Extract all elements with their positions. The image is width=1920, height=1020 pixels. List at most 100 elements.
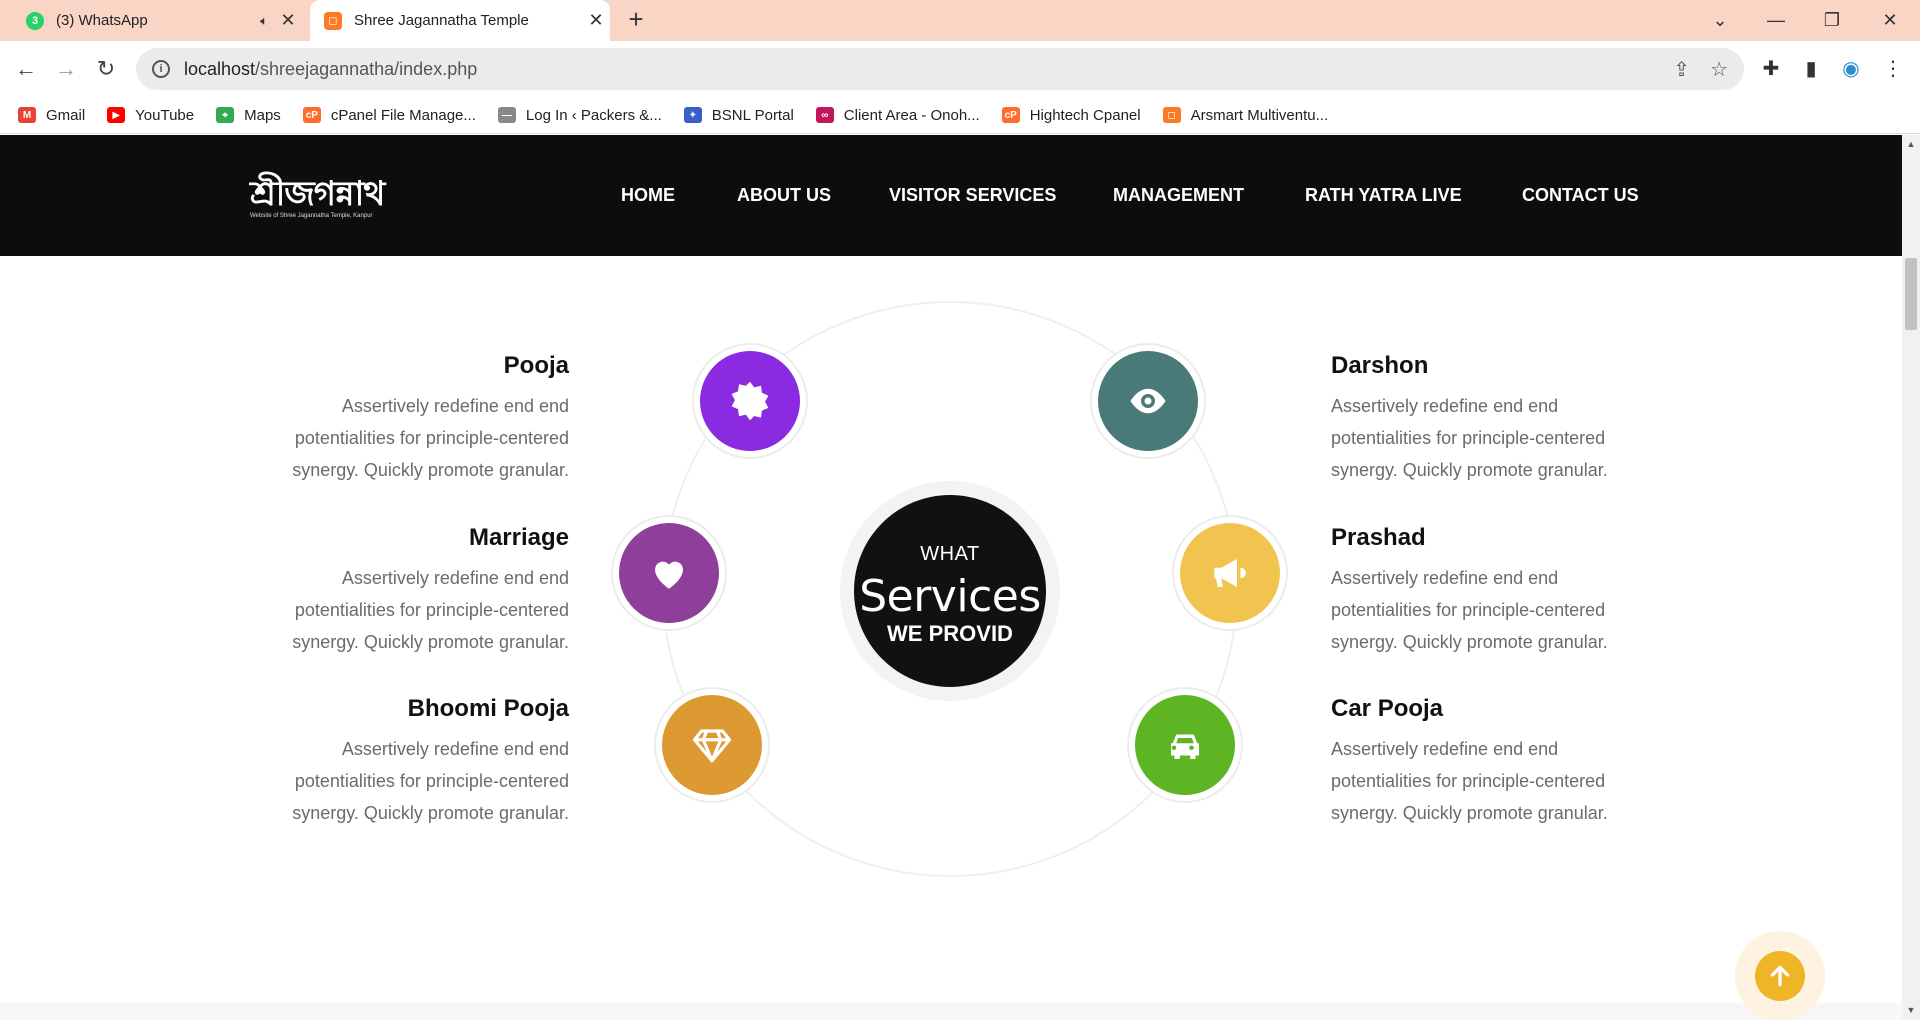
new-tab-button[interactable]: +	[622, 4, 650, 35]
center-line-services: Services	[859, 571, 1041, 622]
bookmark-item[interactable]: ∞ Client Area - Onoh...	[815, 106, 980, 124]
restore-button[interactable]: ❐	[1804, 0, 1860, 41]
service-description: Assertively redefine end end potentialit…	[1331, 739, 1608, 823]
service-description: Assertively redefine end end potentialit…	[292, 568, 569, 652]
service-title: Bhoomi Pooja	[407, 695, 569, 722]
back-arrow-icon[interactable]: ←	[10, 53, 42, 85]
bookmark-item[interactable]: ✦ BSNL Portal	[683, 106, 794, 124]
bookmark-label: cPanel File Manage...	[330, 106, 476, 124]
bookmark-label: BSNL Portal	[711, 106, 794, 124]
service-bhoomi-pooja: Bhoomi Pooja Assertively redefine end en…	[269, 695, 569, 829]
bookmark-label: Maps	[244, 106, 281, 124]
cpanel-icon: cP	[1001, 107, 1020, 123]
scrollbar-thumb[interactable]	[1905, 258, 1917, 330]
bookmark-label: Gmail	[46, 106, 86, 124]
browser-tab-bar: 3 (3) WhatsApp 🔈︎ ✕ ◻ Shree Jagannatha T…	[0, 0, 1920, 41]
bookmark-star-icon[interactable]: ☆	[1710, 57, 1728, 82]
bsnl-icon: ✦	[683, 107, 702, 123]
address-bar[interactable]: i localhost/shreejagannatha/index.php ⇪ …	[136, 48, 1744, 90]
site-logo[interactable]: শ্রীজগন্নাথ Website of Shree Jagannatha …	[250, 174, 385, 219]
speaker-muted-icon[interactable]: 🔈︎	[260, 13, 268, 29]
forward-arrow-icon[interactable]: →	[50, 53, 82, 85]
service-pooja: Pooja Assertively redefine end end poten…	[269, 352, 569, 486]
menu-kebab-icon[interactable]: ⋮	[1880, 56, 1906, 81]
browser-toolbar: ← → ↻ i localhost/shreejagannatha/index.…	[0, 41, 1920, 97]
arrow-up-icon	[1755, 951, 1805, 1001]
minimize-button[interactable]: —	[1748, 0, 1804, 41]
nav-rath-yatra-live[interactable]: RATH YATRA LIVE	[1305, 185, 1462, 206]
tab-whatsapp[interactable]: 3 (3) WhatsApp 🔈︎ ✕	[12, 0, 302, 41]
logo-text: শ্রীজগন্নাথ	[250, 174, 385, 214]
url-host: localhost	[184, 58, 256, 79]
service-node-bhoomi-pooja[interactable]	[654, 687, 770, 803]
close-icon[interactable]: ✕	[582, 10, 610, 31]
close-icon[interactable]: ✕	[274, 10, 302, 31]
tab-search-icon[interactable]: ⌄	[1692, 0, 1748, 41]
bookmark-label: Hightech Cpanel	[1029, 106, 1141, 124]
bookmark-label: Arsmart Multiventu...	[1190, 106, 1329, 124]
service-car-pooja: Car Pooja Assertively redefine end end p…	[1331, 695, 1631, 829]
car-icon	[1135, 695, 1235, 795]
nav-about-us[interactable]: ABOUT US	[737, 185, 831, 206]
scroll-up-arrow-icon[interactable]: ▲	[1902, 139, 1920, 149]
center-line-what: WHAT	[920, 543, 980, 565]
service-node-darshon[interactable]	[1090, 343, 1206, 459]
cpanel-icon: cP	[302, 107, 321, 123]
reload-icon[interactable]: ↻	[90, 53, 122, 85]
whatsapp-icon: 3	[26, 11, 44, 30]
tab-title: Shree Jagannatha Temple	[354, 12, 529, 29]
service-node-marriage[interactable]	[611, 515, 727, 631]
bookmark-item[interactable]: M Gmail	[18, 107, 85, 124]
nav-home[interactable]: HOME	[621, 185, 675, 206]
site-info-icon[interactable]: i	[152, 60, 170, 78]
bookmark-item[interactable]: — Log In ‹ Packers &...	[497, 106, 662, 124]
scroll-down-arrow-icon[interactable]: ▼	[1902, 1005, 1920, 1015]
window-close-button[interactable]: ✕	[1862, 0, 1918, 41]
profile-avatar-icon[interactable]: ◉	[1838, 56, 1864, 81]
megaphone-icon	[1180, 523, 1280, 623]
service-darshon: Darshon Assertively redefine end end pot…	[1331, 352, 1631, 486]
bookmarks-bar: M Gmail ▶ YouTube ⌖ Maps cP cPanel File Manage.…	[0, 97, 1920, 134]
badge-icon	[700, 351, 800, 451]
side-panel-icon[interactable]: ▮	[1798, 56, 1824, 81]
service-title: Prashad	[1331, 524, 1426, 551]
nav-visitor-services[interactable]: VISITOR SERVICES	[889, 185, 1056, 206]
share-icon[interactable]: ⇪	[1673, 57, 1690, 82]
nav-contact-us[interactable]: CONTACT US	[1522, 185, 1639, 206]
nav-management[interactable]: MANAGEMENT	[1113, 185, 1244, 206]
logo-subtitle: Website of Shree Jagannatha Temple, Kanp…	[250, 213, 373, 219]
scroll-to-top-button[interactable]	[1735, 931, 1825, 1020]
xampp-icon: ◻	[1162, 107, 1181, 123]
site-header: শ্রীজগন্নাথ Website of Shree Jagannatha …	[0, 135, 1902, 256]
service-description: Assertively redefine end end potentialit…	[1331, 568, 1608, 652]
page-viewport: শ্রীজগন্নাথ Website of Shree Jagannatha …	[0, 135, 1902, 1020]
tab-shree-jagannatha[interactable]: ◻ Shree Jagannatha Temple ✕	[310, 0, 610, 41]
bookmark-item[interactable]: cP cPanel File Manage...	[302, 106, 476, 124]
bookmark-item[interactable]: ▶ YouTube	[107, 107, 194, 124]
service-title: Darshon	[1331, 352, 1429, 379]
service-prashad: Prashad Assertively redefine end end pot…	[1331, 524, 1631, 658]
bookmark-item[interactable]: cP Hightech Cpanel	[1001, 106, 1141, 124]
section-divider	[0, 1003, 1902, 1020]
eye-icon	[1098, 351, 1198, 451]
tab-title: (3) WhatsApp	[56, 12, 148, 29]
service-description: Assertively redefine end end potentialit…	[292, 396, 569, 480]
heart-icon	[619, 523, 719, 623]
bookmark-label: Log In ‹ Packers &...	[525, 106, 662, 124]
extensions-puzzle-icon[interactable]: ✚	[1758, 56, 1784, 81]
bookmark-item[interactable]: ⌖ Maps	[216, 107, 281, 124]
url-path: /shreejagannatha/index.php	[255, 58, 478, 79]
service-node-car-pooja[interactable]	[1127, 687, 1243, 803]
onoh-icon: ∞	[815, 107, 834, 123]
service-node-prashad[interactable]	[1172, 515, 1288, 631]
maps-icon: ⌖	[216, 107, 235, 123]
bookmark-label: Client Area - Onoh...	[843, 106, 980, 124]
xampp-icon: ◻	[324, 11, 342, 30]
services-center-badge: WHAT Services WE PROVID	[840, 481, 1060, 701]
service-marriage: Marriage Assertively redefine end end po…	[269, 524, 569, 658]
page-scrollbar[interactable]: ▲ ▼	[1902, 135, 1920, 1020]
bookmark-item[interactable]: ◻ Arsmart Multiventu...	[1162, 106, 1329, 124]
bookmark-label: YouTube	[135, 106, 195, 124]
service-node-pooja[interactable]	[692, 343, 808, 459]
service-title: Car Pooja	[1331, 695, 1444, 722]
